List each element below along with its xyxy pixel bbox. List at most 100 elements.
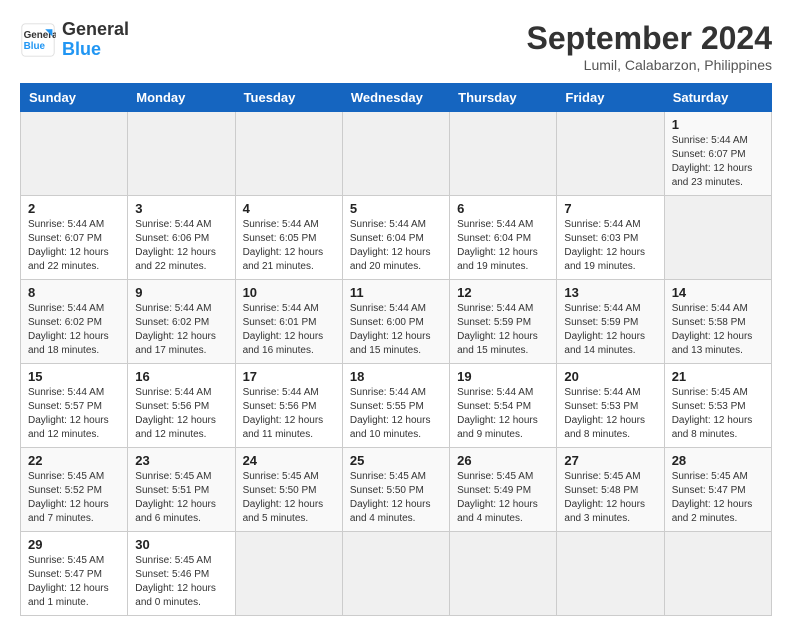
day-cell (342, 112, 449, 196)
day-cell (664, 196, 771, 280)
day-number: 23 (135, 453, 227, 468)
day-info: Sunrise: 5:44 AM Sunset: 5:57 PM Dayligh… (28, 386, 120, 442)
day-cell: 6 Sunrise: 5:44 AM Sunset: 6:04 PM Daylig… (450, 196, 557, 280)
day-info: Sunrise: 5:44 AM Sunset: 6:07 PM Dayligh… (28, 218, 120, 274)
svg-text:Blue: Blue (24, 41, 46, 52)
day-number: 9 (135, 285, 227, 300)
day-cell (557, 532, 664, 616)
day-info: Sunrise: 5:44 AM Sunset: 5:58 PM Dayligh… (672, 302, 764, 358)
day-number: 2 (28, 201, 120, 216)
day-number: 14 (672, 285, 764, 300)
day-cell: 23 Sunrise: 5:45 AM Sunset: 5:51 PM Dayli… (128, 448, 235, 532)
day-number: 11 (350, 285, 442, 300)
page-header: General Blue General Blue September 2024… (20, 20, 772, 73)
day-info: Sunrise: 5:44 AM Sunset: 5:59 PM Dayligh… (457, 302, 549, 358)
day-cell: 17 Sunrise: 5:44 AM Sunset: 5:56 PM Dayli… (235, 364, 342, 448)
day-info: Sunrise: 5:44 AM Sunset: 5:59 PM Dayligh… (564, 302, 656, 358)
day-cell: 26Sunrise: 5:45 AM Sunset: 5:49 PM Dayli… (450, 448, 557, 532)
day-number: 12 (457, 285, 549, 300)
day-cell: 5Sunrise: 5:44 AM Sunset: 6:04 PM Daylig… (342, 196, 449, 280)
day-cell: 27Sunrise: 5:45 AM Sunset: 5:48 PM Dayli… (557, 448, 664, 532)
day-info: Sunrise: 5:45 AM Sunset: 5:51 PM Dayligh… (135, 470, 227, 526)
day-cell: 14 Sunrise: 5:44 AM Sunset: 5:58 PM Dayli… (664, 280, 771, 364)
week-row-3: 8 Sunrise: 5:44 AM Sunset: 6:02 PM Daylig… (21, 280, 772, 364)
day-info: Sunrise: 5:45 AM Sunset: 5:50 PM Dayligh… (243, 470, 335, 526)
day-info: Sunrise: 5:44 AM Sunset: 6:07 PM Dayligh… (672, 134, 764, 190)
day-cell: 30 Sunrise: 5:45 AM Sunset: 5:46 PM Dayli… (128, 532, 235, 616)
day-cell: 15 Sunrise: 5:44 AM Sunset: 5:57 PM Dayli… (21, 364, 128, 448)
day-cell: 1Sunrise: 5:44 AM Sunset: 6:07 PM Daylig… (664, 112, 771, 196)
col-header-sunday: Sunday (21, 84, 128, 112)
week-row-5: 22 Sunrise: 5:45 AM Sunset: 5:52 PM Dayli… (21, 448, 772, 532)
day-cell: 10Sunrise: 5:44 AM Sunset: 6:01 PM Dayli… (235, 280, 342, 364)
day-number: 29 (28, 537, 120, 552)
day-cell: 7 Sunrise: 5:44 AM Sunset: 6:03 PM Daylig… (557, 196, 664, 280)
day-number: 28 (672, 453, 764, 468)
day-number: 20 (564, 369, 656, 384)
day-info: Sunrise: 5:44 AM Sunset: 6:04 PM Dayligh… (350, 218, 442, 274)
location: Lumil, Calabarzon, Philippines (527, 57, 772, 73)
logo-line2: Blue (62, 40, 129, 60)
day-info: Sunrise: 5:45 AM Sunset: 5:53 PM Dayligh… (672, 386, 764, 442)
day-cell: 9 Sunrise: 5:44 AM Sunset: 6:02 PM Daylig… (128, 280, 235, 364)
day-number: 22 (28, 453, 120, 468)
day-info: Sunrise: 5:45 AM Sunset: 5:46 PM Dayligh… (135, 554, 227, 610)
day-number: 16 (135, 369, 227, 384)
day-cell: 16 Sunrise: 5:44 AM Sunset: 5:56 PM Dayli… (128, 364, 235, 448)
day-number: 13 (564, 285, 656, 300)
day-info: Sunrise: 5:44 AM Sunset: 6:04 PM Dayligh… (457, 218, 549, 274)
day-cell: 13 Sunrise: 5:44 AM Sunset: 5:59 PM Dayli… (557, 280, 664, 364)
logo-line1: General (62, 20, 129, 40)
day-info: Sunrise: 5:45 AM Sunset: 5:47 PM Dayligh… (28, 554, 120, 610)
day-cell: 25Sunrise: 5:45 AM Sunset: 5:50 PM Dayli… (342, 448, 449, 532)
calendar-table: SundayMondayTuesdayWednesdayThursdayFrid… (20, 83, 772, 616)
day-number: 17 (243, 369, 335, 384)
day-cell (235, 112, 342, 196)
day-cell: 24 Sunrise: 5:45 AM Sunset: 5:50 PM Dayli… (235, 448, 342, 532)
day-cell (450, 112, 557, 196)
day-number: 4 (243, 201, 335, 216)
col-header-tuesday: Tuesday (235, 84, 342, 112)
day-number: 18 (350, 369, 442, 384)
day-number: 3 (135, 201, 227, 216)
day-cell: 2 Sunrise: 5:44 AM Sunset: 6:07 PM Daylig… (21, 196, 128, 280)
day-cell: 20Sunrise: 5:44 AM Sunset: 5:53 PM Dayli… (557, 364, 664, 448)
day-number: 21 (672, 369, 764, 384)
day-number: 25 (350, 453, 442, 468)
day-info: Sunrise: 5:44 AM Sunset: 6:02 PM Dayligh… (135, 302, 227, 358)
day-cell: 28 Sunrise: 5:45 AM Sunset: 5:47 PM Dayli… (664, 448, 771, 532)
day-number: 27 (564, 453, 656, 468)
day-number: 8 (28, 285, 120, 300)
col-header-monday: Monday (128, 84, 235, 112)
day-cell: 21 Sunrise: 5:45 AM Sunset: 5:53 PM Dayli… (664, 364, 771, 448)
day-info: Sunrise: 5:45 AM Sunset: 5:52 PM Dayligh… (28, 470, 120, 526)
day-number: 15 (28, 369, 120, 384)
logo-icon: General Blue (20, 22, 56, 58)
day-info: Sunrise: 5:44 AM Sunset: 6:03 PM Dayligh… (564, 218, 656, 274)
day-info: Sunrise: 5:44 AM Sunset: 5:54 PM Dayligh… (457, 386, 549, 442)
col-header-friday: Friday (557, 84, 664, 112)
day-cell (557, 112, 664, 196)
week-row-2: 2 Sunrise: 5:44 AM Sunset: 6:07 PM Daylig… (21, 196, 772, 280)
col-header-saturday: Saturday (664, 84, 771, 112)
day-cell: 29 Sunrise: 5:45 AM Sunset: 5:47 PM Dayli… (21, 532, 128, 616)
day-cell: 3 Sunrise: 5:44 AM Sunset: 6:06 PM Daylig… (128, 196, 235, 280)
day-info: Sunrise: 5:44 AM Sunset: 6:02 PM Dayligh… (28, 302, 120, 358)
day-number: 24 (243, 453, 335, 468)
day-number: 6 (457, 201, 549, 216)
day-number: 30 (135, 537, 227, 552)
day-number: 10 (243, 285, 335, 300)
day-cell: 11 Sunrise: 5:44 AM Sunset: 6:00 PM Dayli… (342, 280, 449, 364)
day-info: Sunrise: 5:44 AM Sunset: 6:06 PM Dayligh… (135, 218, 227, 274)
day-number: 7 (564, 201, 656, 216)
month-title: September 2024 (527, 20, 772, 57)
day-cell (342, 532, 449, 616)
day-info: Sunrise: 5:45 AM Sunset: 5:47 PM Dayligh… (672, 470, 764, 526)
calendar-header-row: SundayMondayTuesdayWednesdayThursdayFrid… (21, 84, 772, 112)
day-info: Sunrise: 5:44 AM Sunset: 6:00 PM Dayligh… (350, 302, 442, 358)
title-block: September 2024 Lumil, Calabarzon, Philip… (527, 20, 772, 73)
logo: General Blue General Blue (20, 20, 129, 60)
day-number: 26 (457, 453, 549, 468)
day-info: Sunrise: 5:44 AM Sunset: 5:56 PM Dayligh… (135, 386, 227, 442)
day-info: Sunrise: 5:44 AM Sunset: 5:56 PM Dayligh… (243, 386, 335, 442)
